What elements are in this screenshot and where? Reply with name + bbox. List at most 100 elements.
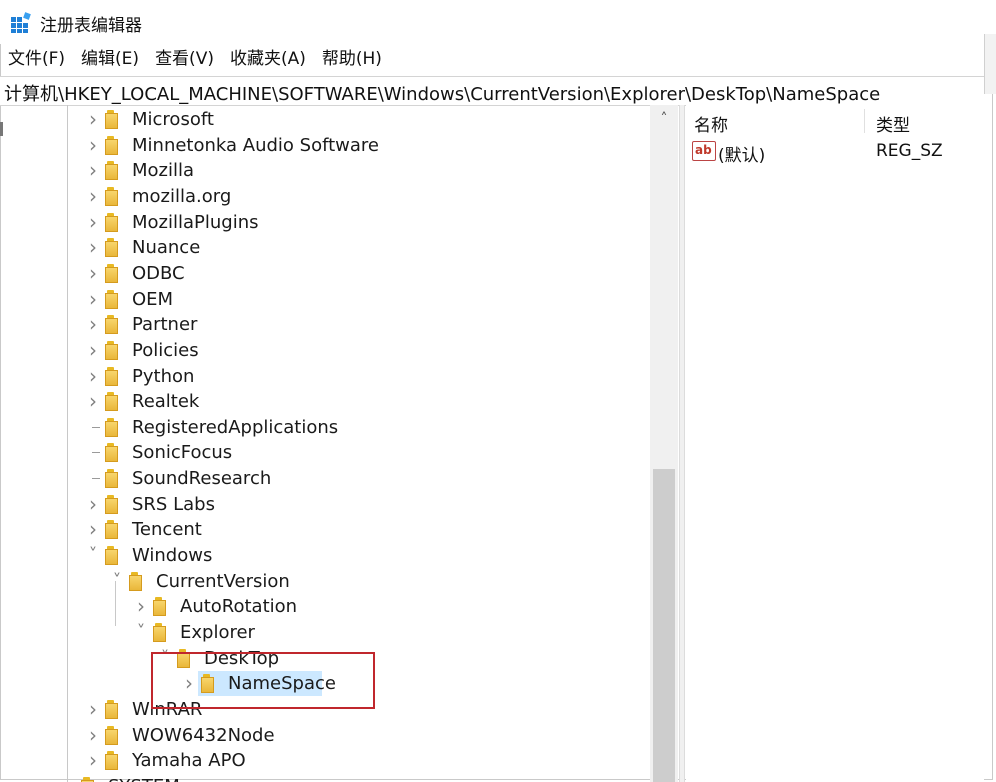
folder-icon [105,340,122,360]
folder-icon [105,520,122,540]
chevron-right-icon[interactable]: › [86,186,100,206]
folder-icon [105,238,122,258]
chevron-right-icon[interactable]: › [62,776,76,782]
folder-icon [201,674,218,694]
chevron-right-icon[interactable]: › [86,750,100,770]
folder-icon [105,546,122,566]
chevron-down-icon[interactable]: ˅ [110,572,124,590]
menu-edit[interactable]: 编辑(E) [73,46,147,72]
string-value-icon: ab [692,141,716,161]
folder-icon [105,699,122,719]
tree-node[interactable]: › Minnetonka Audio Software [0,133,650,158]
folder-icon [105,135,122,155]
tree-node-label: Mozilla [132,160,195,182]
tree-node[interactable]: › SYSTEM [0,774,650,782]
tree-node-label: OEM [132,288,174,310]
menu-view[interactable]: 查看(V) [147,46,222,72]
scroll-thumb[interactable] [653,469,675,782]
tree-connector-line [92,478,100,480]
registry-editor-icon [11,12,31,33]
chevron-right-icon[interactable]: › [86,366,100,386]
tree-node-label: Nuance [132,237,201,259]
tree-node[interactable]: › Partner [0,312,650,337]
tree-node[interactable]: › OEM [0,287,650,312]
tree-node[interactable]: › Python [0,364,650,389]
tree-node-label: Yamaha APO [132,750,246,772]
menu-file[interactable]: 文件(F) [0,46,73,72]
tree-node[interactable]: ˅ Explorer [0,620,650,645]
tree-scrollbar[interactable]: ˄ [650,105,678,782]
tree-node[interactable]: SonicFocus [0,440,650,465]
tree-node[interactable]: › NameSpace [0,671,650,697]
column-header-name[interactable]: 名称 [694,111,728,136]
tree-node[interactable]: › ODBC [0,261,650,286]
tree-node[interactable]: › Microsoft [0,107,650,132]
tree-node[interactable]: ˅ CurrentVersion [0,569,650,594]
tree-node[interactable]: › mozilla.org [0,184,650,209]
scroll-up-arrow-icon[interactable]: ˄ [650,105,678,133]
tree-node[interactable]: › Tencent [0,517,650,542]
tree-node[interactable]: › Mozilla [0,158,650,183]
tree-node[interactable]: › WinRAR [0,697,650,722]
title-bar: 注册表编辑器 [0,0,996,44]
menu-favorites[interactable]: 收藏夹(A) [222,46,314,72]
chevron-right-icon[interactable]: › [86,314,100,334]
chevron-right-icon[interactable]: › [86,340,100,360]
folder-icon [105,263,122,283]
folder-icon [153,597,170,617]
tree-node[interactable]: › WOW6432Node [0,723,650,748]
tree-node[interactable]: › Realtek [0,389,650,414]
chevron-right-icon[interactable]: › [86,160,100,180]
chevron-right-icon[interactable]: › [86,289,100,309]
chevron-right-icon[interactable]: › [86,725,100,745]
chevron-right-icon[interactable]: › [86,135,100,155]
chevron-down-icon[interactable]: ˅ [86,546,100,564]
tree-node[interactable]: › Yamaha APO [0,748,650,773]
chevron-right-icon[interactable]: › [182,673,196,693]
folder-icon [105,443,122,463]
chevron-right-icon[interactable]: › [86,391,100,411]
address-path[interactable]: 计算机\HKEY_LOCAL_MACHINE\SOFTWARE\Windows\… [4,80,880,106]
folder-icon [105,469,122,489]
chevron-right-icon[interactable]: › [86,699,100,719]
menu-help[interactable]: 帮助(H) [314,46,390,72]
tree-node[interactable]: › SRS Labs [0,492,650,517]
tree-node-label: Microsoft [132,109,214,130]
chevron-right-icon[interactable]: › [86,494,100,514]
value-row[interactable]: ab (默认) REG_SZ [686,139,984,166]
folder-icon [105,161,122,181]
address-bar[interactable]: 计算机\HKEY_LOCAL_MACHINE\SOFTWARE\Windows\… [0,76,984,106]
tree-node[interactable]: › Policies [0,338,650,363]
chevron-right-icon[interactable]: › [134,596,148,616]
tree-connector-line [92,452,100,454]
folder-icon [105,289,122,309]
values-list[interactable]: 名称 类型 ab (默认) REG_SZ [686,105,984,782]
tree-node[interactable]: SoundResearch [0,466,650,491]
chevron-right-icon[interactable]: › [86,519,100,539]
tree-node-label: Realtek [132,391,200,413]
key-tree[interactable]: › Microsoft › Minnetonka Audio Software › Moz… [0,105,680,782]
chevron-down-icon[interactable]: ˅ [158,649,172,667]
tree-node-label: WinRAR [132,698,203,720]
pane-splitter[interactable] [679,105,685,782]
chevron-right-icon[interactable]: › [86,237,100,257]
tree-node[interactable]: › MozillaPlugins [0,210,650,235]
tree-node[interactable]: ˅ DeskTop [0,646,650,671]
chevron-right-icon[interactable]: › [86,212,100,232]
tree-node[interactable]: RegisteredApplications [0,415,650,440]
column-header-type[interactable]: 类型 [876,111,910,136]
folder-icon [105,392,122,412]
folder-icon [153,623,170,642]
chevron-down-icon[interactable]: ˅ [134,623,148,641]
folder-icon [105,315,122,335]
tree-node[interactable]: › AutoRotation [0,594,650,619]
tree-node[interactable]: › Nuance [0,235,650,260]
chevron-right-icon[interactable]: › [86,263,100,283]
folder-icon [129,571,146,591]
tree-node-label: Minnetonka Audio Software [132,134,379,156]
chevron-right-icon[interactable]: › [86,109,100,129]
tree-node-label: Python [132,365,195,387]
tree-node-label: mozilla.org [132,185,232,207]
column-separator[interactable] [864,109,865,133]
tree-node[interactable]: ˅ Windows [0,543,650,568]
